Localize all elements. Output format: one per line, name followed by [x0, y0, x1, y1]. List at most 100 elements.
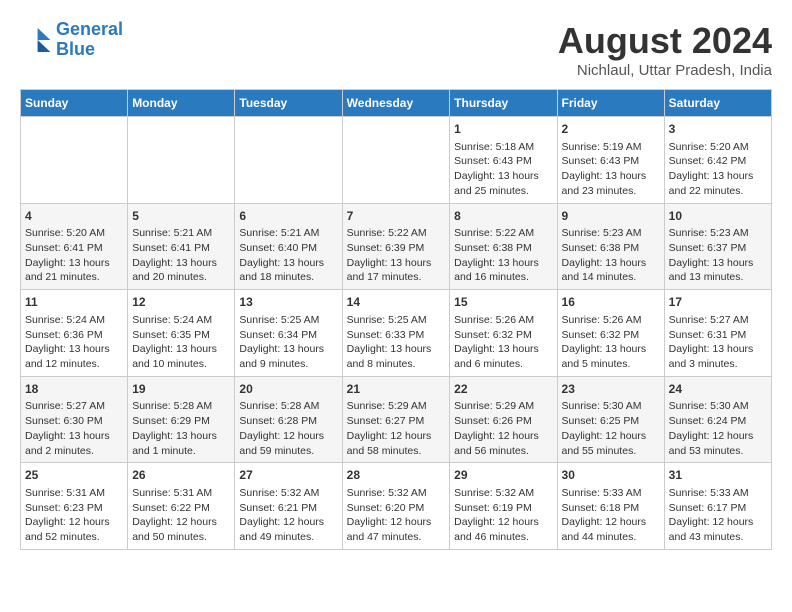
- calendar-cell: 28Sunrise: 5:32 AMSunset: 6:20 PMDayligh…: [342, 463, 450, 550]
- day-info: Sunset: 6:42 PM: [669, 154, 767, 169]
- calendar-week-row: 1Sunrise: 5:18 AMSunset: 6:43 PMDaylight…: [21, 117, 772, 204]
- day-number: 19: [132, 381, 230, 398]
- day-info: Sunset: 6:27 PM: [347, 414, 446, 429]
- calendar-cell: 3Sunrise: 5:20 AMSunset: 6:42 PMDaylight…: [664, 117, 771, 204]
- day-header-saturday: Saturday: [664, 90, 771, 117]
- day-info: Sunrise: 5:27 AM: [669, 313, 767, 328]
- day-number: 14: [347, 294, 446, 311]
- day-info: Sunrise: 5:24 AM: [132, 313, 230, 328]
- calendar-cell: 8Sunrise: 5:22 AMSunset: 6:38 PMDaylight…: [450, 203, 557, 290]
- day-info: Sunset: 6:19 PM: [454, 501, 552, 516]
- day-header-monday: Monday: [128, 90, 235, 117]
- day-info: Sunset: 6:29 PM: [132, 414, 230, 429]
- day-info: Sunrise: 5:21 AM: [132, 226, 230, 241]
- day-info: Daylight: 13 hours and 2 minutes.: [25, 429, 123, 458]
- day-info: Sunrise: 5:23 AM: [669, 226, 767, 241]
- day-number: 8: [454, 208, 552, 225]
- calendar-cell: 15Sunrise: 5:26 AMSunset: 6:32 PMDayligh…: [450, 290, 557, 377]
- day-info: Daylight: 13 hours and 5 minutes.: [562, 342, 660, 371]
- day-info: Sunset: 6:28 PM: [239, 414, 337, 429]
- day-header-friday: Friday: [557, 90, 664, 117]
- day-info: Sunset: 6:38 PM: [562, 241, 660, 256]
- calendar-week-row: 11Sunrise: 5:24 AMSunset: 6:36 PMDayligh…: [21, 290, 772, 377]
- day-info: Daylight: 12 hours and 56 minutes.: [454, 429, 552, 458]
- day-number: 4: [25, 208, 123, 225]
- day-number: 30: [562, 467, 660, 484]
- day-info: Daylight: 13 hours and 8 minutes.: [347, 342, 446, 371]
- day-info: Sunset: 6:35 PM: [132, 328, 230, 343]
- calendar-cell: 18Sunrise: 5:27 AMSunset: 6:30 PMDayligh…: [21, 376, 128, 463]
- calendar-cell: 13Sunrise: 5:25 AMSunset: 6:34 PMDayligh…: [235, 290, 342, 377]
- calendar-table: SundayMondayTuesdayWednesdayThursdayFrid…: [20, 89, 772, 550]
- day-info: Sunset: 6:43 PM: [562, 154, 660, 169]
- calendar-week-row: 4Sunrise: 5:20 AMSunset: 6:41 PMDaylight…: [21, 203, 772, 290]
- day-header-wednesday: Wednesday: [342, 90, 450, 117]
- calendar-cell: 23Sunrise: 5:30 AMSunset: 6:25 PMDayligh…: [557, 376, 664, 463]
- calendar-cell: 10Sunrise: 5:23 AMSunset: 6:37 PMDayligh…: [664, 203, 771, 290]
- day-info: Daylight: 13 hours and 25 minutes.: [454, 169, 552, 198]
- day-info: Sunrise: 5:22 AM: [347, 226, 446, 241]
- day-info: Sunrise: 5:23 AM: [562, 226, 660, 241]
- day-info: Sunrise: 5:26 AM: [454, 313, 552, 328]
- day-info: Daylight: 13 hours and 17 minutes.: [347, 256, 446, 285]
- day-info: Daylight: 13 hours and 16 minutes.: [454, 256, 552, 285]
- day-info: Daylight: 12 hours and 43 minutes.: [669, 515, 767, 544]
- calendar-cell: 11Sunrise: 5:24 AMSunset: 6:36 PMDayligh…: [21, 290, 128, 377]
- calendar-cell: [342, 117, 450, 204]
- day-number: 25: [25, 467, 123, 484]
- calendar-header-row: SundayMondayTuesdayWednesdayThursdayFrid…: [21, 90, 772, 117]
- day-info: Sunset: 6:21 PM: [239, 501, 337, 516]
- day-info: Daylight: 12 hours and 52 minutes.: [25, 515, 123, 544]
- day-number: 9: [562, 208, 660, 225]
- day-info: Sunset: 6:18 PM: [562, 501, 660, 516]
- calendar-cell: 31Sunrise: 5:33 AMSunset: 6:17 PMDayligh…: [664, 463, 771, 550]
- day-number: 13: [239, 294, 337, 311]
- day-info: Sunset: 6:39 PM: [347, 241, 446, 256]
- day-number: 20: [239, 381, 337, 398]
- day-info: Sunrise: 5:24 AM: [25, 313, 123, 328]
- calendar-cell: 5Sunrise: 5:21 AMSunset: 6:41 PMDaylight…: [128, 203, 235, 290]
- logo: General Blue: [20, 20, 123, 60]
- day-number: 5: [132, 208, 230, 225]
- day-info: Sunrise: 5:29 AM: [347, 399, 446, 414]
- logo-line2: Blue: [56, 39, 95, 59]
- day-info: Sunset: 6:22 PM: [132, 501, 230, 516]
- day-info: Sunset: 6:33 PM: [347, 328, 446, 343]
- day-info: Sunrise: 5:20 AM: [25, 226, 123, 241]
- day-info: Sunrise: 5:27 AM: [25, 399, 123, 414]
- day-info: Daylight: 13 hours and 6 minutes.: [454, 342, 552, 371]
- day-info: Daylight: 12 hours and 53 minutes.: [669, 429, 767, 458]
- day-number: 21: [347, 381, 446, 398]
- day-number: 3: [669, 121, 767, 138]
- day-info: Sunrise: 5:25 AM: [347, 313, 446, 328]
- day-info: Sunset: 6:31 PM: [669, 328, 767, 343]
- day-info: Sunrise: 5:30 AM: [562, 399, 660, 414]
- calendar-cell: 20Sunrise: 5:28 AMSunset: 6:28 PMDayligh…: [235, 376, 342, 463]
- day-info: Sunset: 6:17 PM: [669, 501, 767, 516]
- calendar-cell: 24Sunrise: 5:30 AMSunset: 6:24 PMDayligh…: [664, 376, 771, 463]
- day-info: Daylight: 13 hours and 18 minutes.: [239, 256, 337, 285]
- day-number: 23: [562, 381, 660, 398]
- day-number: 22: [454, 381, 552, 398]
- calendar-cell: [235, 117, 342, 204]
- calendar-cell: [128, 117, 235, 204]
- day-info: Sunset: 6:40 PM: [239, 241, 337, 256]
- calendar-cell: 7Sunrise: 5:22 AMSunset: 6:39 PMDaylight…: [342, 203, 450, 290]
- calendar-cell: 22Sunrise: 5:29 AMSunset: 6:26 PMDayligh…: [450, 376, 557, 463]
- day-info: Daylight: 13 hours and 10 minutes.: [132, 342, 230, 371]
- page-header: General Blue August 2024 Nichlaul, Uttar…: [20, 20, 772, 79]
- calendar-week-row: 25Sunrise: 5:31 AMSunset: 6:23 PMDayligh…: [21, 463, 772, 550]
- calendar-cell: [21, 117, 128, 204]
- day-number: 1: [454, 121, 552, 138]
- day-info: Daylight: 13 hours and 21 minutes.: [25, 256, 123, 285]
- day-number: 11: [25, 294, 123, 311]
- logo-line1: General: [56, 19, 123, 39]
- day-info: Sunrise: 5:31 AM: [25, 486, 123, 501]
- calendar-cell: 27Sunrise: 5:32 AMSunset: 6:21 PMDayligh…: [235, 463, 342, 550]
- day-info: Sunrise: 5:26 AM: [562, 313, 660, 328]
- calendar-cell: 14 Sunrise: 5:25 AMSunset: 6:33 PMDayligh…: [342, 290, 450, 377]
- day-number: 29: [454, 467, 552, 484]
- day-info: Daylight: 13 hours and 9 minutes.: [239, 342, 337, 371]
- day-info: Daylight: 12 hours and 50 minutes.: [132, 515, 230, 544]
- calendar-week-row: 18Sunrise: 5:27 AMSunset: 6:30 PMDayligh…: [21, 376, 772, 463]
